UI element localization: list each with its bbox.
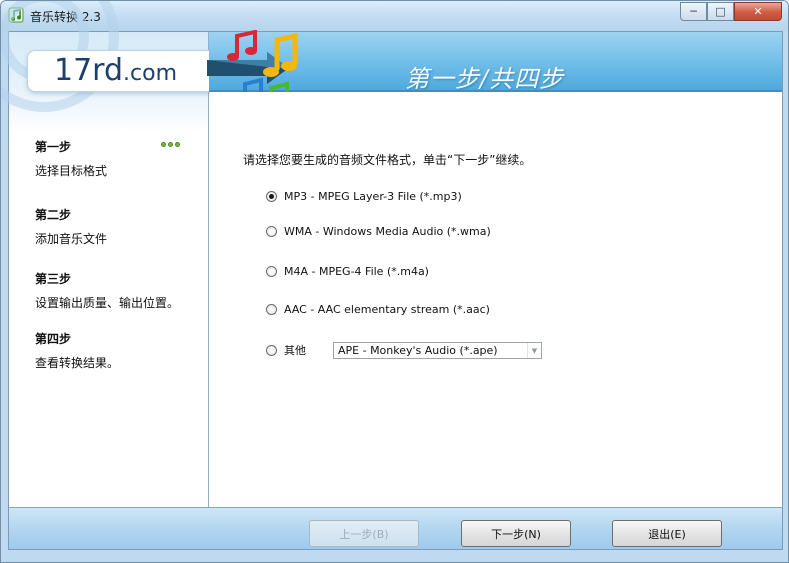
step-desc: 添加音乐文件 — [35, 232, 108, 246]
step-title: 第三步 — [35, 272, 72, 286]
option-aac[interactable]: AAC - AAC elementary stream (*.aac) — [266, 301, 490, 317]
step-desc: 查看转换结果。 — [35, 356, 120, 370]
logo-suffix: .com — [123, 61, 178, 86]
title-bar[interactable]: 音乐转换 2.3 ─ □ ✕ — [1, 1, 788, 31]
step-1: 第一步 选择目标格式 — [35, 138, 205, 179]
step-3: 第三步 设置输出质量、输出位置。 — [35, 270, 205, 311]
minimize-icon: ─ — [690, 5, 697, 18]
step-banner-title: 第一步/共四步 — [405, 65, 565, 93]
client-area: 17rd.com 第一步 选择目标格式 第二步 添加音乐文件 第三步 设置输出质… — [1, 1, 783, 550]
previous-step-button[interactable]: 上一步(B) — [309, 520, 419, 547]
step-2: 第二步 添加音乐文件 — [35, 206, 205, 247]
option-label: 其他 — [284, 344, 306, 357]
dropdown-arrow-icon[interactable]: ▼ — [527, 343, 541, 358]
option-label: AAC - AAC elementary stream (*.aac) — [284, 302, 490, 316]
footer-bar: 上一步(B) 下一步(N) 退出(E) — [9, 507, 782, 549]
exit-button[interactable]: 退出(E) — [612, 520, 722, 547]
main-panel: 请选择您要生成的音频文件格式，单击“下一步”继续。 MP3 - MPEG Lay… — [210, 92, 782, 507]
option-wma[interactable]: WMA - Windows Media Audio (*.wma) — [266, 223, 491, 239]
radio-button[interactable] — [266, 190, 277, 202]
minimize-button[interactable]: ─ — [680, 2, 707, 21]
close-icon: ✕ — [753, 5, 763, 18]
maximize-icon: □ — [715, 5, 726, 18]
active-step-indicator — [161, 142, 185, 150]
radio-button[interactable] — [266, 265, 277, 277]
instruction-text: 请选择您要生成的音频文件格式，单击“下一步”继续。 — [243, 153, 532, 167]
radio-button[interactable] — [266, 225, 277, 237]
step-4: 第四步 查看转换结果。 — [35, 330, 205, 371]
sidebar: 17rd.com 第一步 选择目标格式 第二步 添加音乐文件 第三步 设置输出质… — [1, 1, 211, 507]
close-button[interactable]: ✕ — [734, 2, 782, 21]
option-label: MP3 - MPEG Layer-3 File (*.mp3) — [284, 189, 462, 203]
option-m4a[interactable]: M4A - MPEG-4 File (*.m4a) — [266, 263, 429, 279]
option-label: WMA - Windows Media Audio (*.wma) — [284, 224, 491, 238]
other-format-select[interactable]: APE - Monkey's Audio (*.ape) ▼ — [333, 342, 542, 359]
option-mp3[interactable]: MP3 - MPEG Layer-3 File (*.mp3) — [266, 188, 462, 204]
logo-main: 17rd — [54, 53, 124, 88]
radio-button[interactable] — [266, 303, 277, 315]
step-title: 第四步 — [35, 332, 72, 346]
step-title: 第二步 — [35, 208, 72, 222]
option-label: M4A - MPEG-4 File (*.m4a) — [284, 264, 429, 278]
radio-button[interactable] — [266, 344, 277, 356]
maximize-button[interactable]: □ — [707, 2, 734, 21]
step-desc: 设置输出质量、输出位置。 — [35, 296, 180, 310]
app-window: 音乐转换 2.3 ─ □ ✕ 17rd.com 第一步 选择目标格式 第二步 添… — [0, 0, 789, 563]
logo: 17rd.com — [27, 50, 211, 92]
next-step-button[interactable]: 下一步(N) — [461, 520, 571, 547]
step-desc: 选择目标格式 — [35, 164, 108, 178]
option-other[interactable]: 其他 — [266, 342, 306, 358]
select-value: APE - Monkey's Audio (*.ape) — [338, 344, 498, 357]
